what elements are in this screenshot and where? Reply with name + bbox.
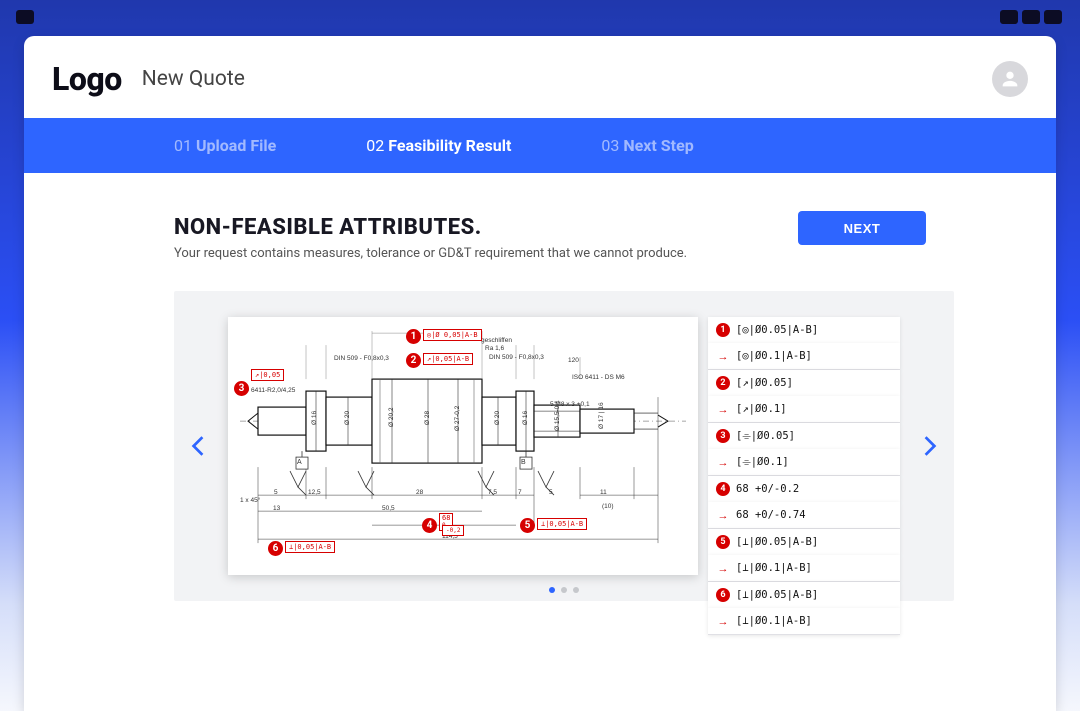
datum-b: B [521, 459, 526, 466]
technical-drawing: DIN 509 - F0,8x0,3 DIN 509 - F0,8x0,3 ge… [228, 317, 698, 575]
next-button[interactable]: NEXT [798, 211, 926, 245]
chevron-right-icon [923, 435, 937, 457]
gdnt-box-3: ↗|0,05 [251, 369, 284, 381]
dim-d20a: Ø 20 [344, 411, 351, 425]
note-geschliffen: geschliffen [481, 337, 512, 344]
carousel-dot[interactable] [561, 587, 567, 593]
window-decoration [1022, 10, 1040, 24]
note-chamfer: 1 x 45° [240, 497, 260, 504]
issue-row: 3[⌯|Ø0.05] [708, 423, 900, 449]
avatar[interactable] [992, 61, 1028, 97]
datum-a: A [297, 459, 302, 466]
carousel-prev[interactable] [178, 291, 218, 601]
note-120: 120 [568, 357, 579, 364]
step-feasibility-result[interactable]: 02Feasibility Result [366, 136, 511, 155]
app-window: Logo New Quote 01Upload File 02Feasibili… [24, 36, 1056, 711]
dim-d1716: Ø 17 | 16 [598, 402, 605, 429]
callout-4: 4 [422, 518, 437, 533]
issues-panel: 1[◎|Ø0.05|A-B] →[◎|Ø0.1|A-B] 2[↗|Ø0.05] … [708, 317, 900, 575]
dim-d15501: Ø 15,5-0,1 [554, 400, 561, 431]
header: Logo New Quote [24, 36, 1056, 118]
dim-125: 12,5 [308, 489, 321, 496]
dim-d2702: Ø 27-0,2 [454, 406, 461, 431]
callout-3: 3 [234, 381, 249, 396]
note-ra: Ra 1,6 [485, 345, 504, 352]
dim-d28: Ø 28 [424, 411, 431, 425]
dim-5b: 5 [549, 489, 553, 496]
carousel: DIN 509 - F0,8x0,3 DIN 509 - F0,8x0,3 ge… [174, 291, 954, 601]
dim-101: (10) [602, 503, 614, 510]
gdnt-box-6: ⊥|0,05|A-B [285, 541, 335, 553]
carousel-dot[interactable] [549, 587, 555, 593]
note-iso-right: ISO 6411 - DS M6 [572, 374, 625, 381]
carousel-dots [174, 587, 954, 593]
arrow-right-icon: → [716, 561, 730, 575]
window-controls-left [16, 10, 34, 24]
arrow-right-icon: → [716, 455, 730, 469]
dim-505: 50,5 [382, 505, 395, 512]
gdnt-box-2: ↗|0,05|A-B [423, 353, 473, 365]
main-content: NON-FEASIBLE ATTRIBUTES. Your request co… [24, 173, 1056, 711]
note-din-right: DIN 509 - F0,8x0,3 [489, 354, 544, 361]
logo: Logo [52, 60, 122, 98]
arrow-right-icon: → [716, 402, 730, 416]
gdnt-box-1: ◎|Ø 0,05|A-B [423, 329, 482, 341]
dim-d16b: Ø 16 [522, 411, 529, 425]
page-title: New Quote [142, 67, 245, 91]
chevron-left-icon [191, 435, 205, 457]
arrow-right-icon: → [716, 349, 730, 363]
window-controls-right [1000, 10, 1062, 24]
dim-28: 28 [416, 489, 423, 496]
arrow-right-icon: → [716, 614, 730, 628]
callout-6: 6 [268, 541, 283, 556]
issue-row-suggestion: →[◎|Ø0.1|A-B] [708, 343, 900, 370]
dim-d202: Ø 20,2 [388, 407, 395, 427]
window-decoration [1000, 10, 1018, 24]
dim-d20b: Ø 20 [494, 411, 501, 425]
issue-row: 5[⊥|Ø0.05|A-B] [708, 529, 900, 555]
dim-7: 7 [518, 489, 522, 496]
issue-row: 2[↗|Ø0.05] [708, 370, 900, 396]
issue-row-suggestion: →[⌯|Ø0.1] [708, 449, 900, 476]
dim-d16: Ø 16 [311, 411, 318, 425]
carousel-dot[interactable] [573, 587, 579, 593]
callout-5: 5 [520, 518, 535, 533]
gdnt-box-5: ⊥|0,05|A-B [537, 518, 587, 530]
step-next-step[interactable]: 03Next Step [601, 136, 693, 155]
issue-row: 6[⊥|Ø0.05|A-B] [708, 582, 900, 608]
issue-row-suggestion: →[↗|Ø0.1] [708, 396, 900, 423]
callout-1: 1 [406, 329, 421, 344]
shaft-diagram [228, 317, 698, 549]
issue-row: 1[◎|Ø0.05|A-B] [708, 317, 900, 343]
issue-row: 468 +0/-0.2 [708, 476, 900, 502]
callout-2: 2 [406, 353, 421, 368]
issue-row-suggestion: →68 +0/-0.74 [708, 502, 900, 529]
section-subtext: Your request contains measures, toleranc… [174, 246, 1056, 261]
progress-steps: 01Upload File 02Feasibility Result 03Nex… [24, 118, 1056, 173]
carousel-next[interactable] [910, 291, 950, 601]
dim-5a: 5 [274, 489, 278, 496]
dim-11: 11 [600, 489, 607, 496]
gdnt-box-4b: -0,2 [442, 525, 464, 536]
issue-row-suggestion: →[⊥|Ø0.1|A-B] [708, 608, 900, 635]
arrow-right-icon: → [716, 508, 730, 522]
step-upload-file[interactable]: 01Upload File [174, 136, 276, 155]
window-decoration [16, 10, 34, 24]
note-din-left: DIN 509 - F0,8x0,3 [334, 355, 389, 362]
user-icon [999, 68, 1021, 90]
window-decoration [1044, 10, 1062, 24]
dim-13: 13 [273, 505, 280, 512]
dim-75: 7,5 [488, 489, 497, 496]
issue-row-suggestion: →[⊥|Ø0.1|A-B] [708, 555, 900, 582]
